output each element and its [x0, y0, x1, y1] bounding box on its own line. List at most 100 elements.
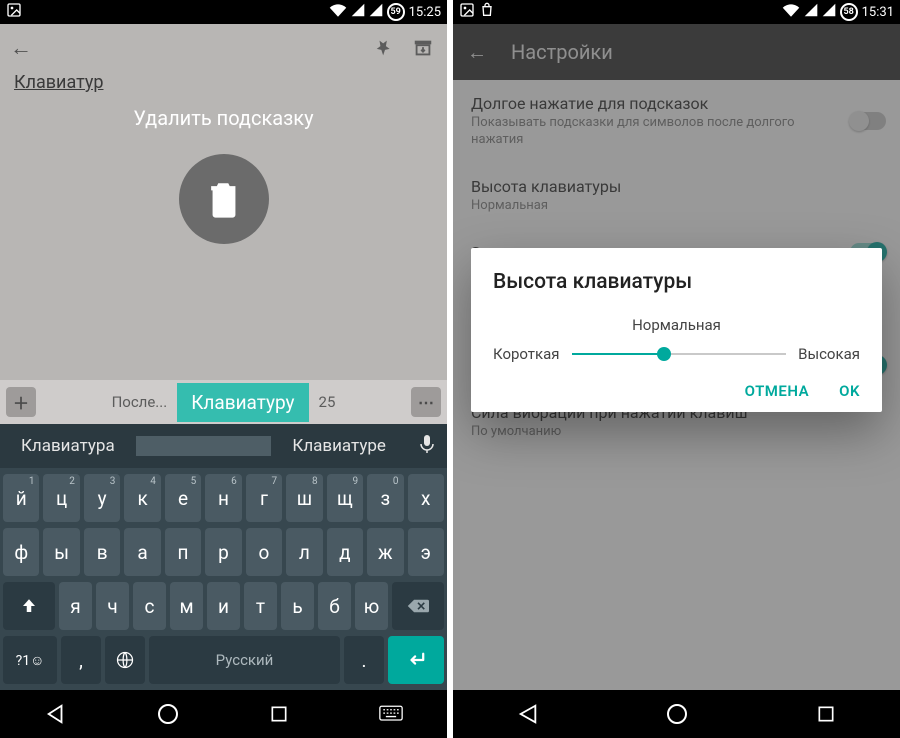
phone-left: 59 15:25 ← Клавиатур Удалить подсказку ＋…: [0, 0, 447, 738]
suggestion-2[interactable]: [136, 436, 272, 456]
comma-key[interactable]: ,: [61, 636, 101, 684]
key-с[interactable]: с: [133, 582, 166, 630]
trash-icon: [206, 179, 242, 219]
key-ц[interactable]: ц2: [43, 474, 79, 522]
note-text-area[interactable]: Клавиатур: [0, 72, 447, 93]
pin-icon[interactable]: [371, 34, 399, 62]
mic-icon[interactable]: [407, 434, 447, 459]
note-toolbar: ←: [0, 24, 447, 72]
status-bar: 58 15:31: [453, 0, 900, 24]
key-ш[interactable]: ш8: [286, 474, 322, 522]
key-г[interactable]: г7: [246, 474, 282, 522]
key-ж[interactable]: ж: [367, 528, 403, 576]
nav-back-icon[interactable]: [514, 700, 542, 728]
slider-thumb[interactable]: [657, 347, 671, 361]
key-и[interactable]: и: [207, 582, 240, 630]
key-т[interactable]: т: [244, 582, 277, 630]
key-ю[interactable]: ю: [355, 582, 388, 630]
height-slider[interactable]: [572, 344, 787, 364]
dialog-title: Высота клавиатуры: [493, 270, 860, 294]
key-х[interactable]: х: [408, 474, 444, 522]
ok-button[interactable]: OK: [839, 382, 860, 400]
key-в[interactable]: в: [84, 528, 120, 576]
phone-right: 58 15:31 ← Настройки Долгое нажатие для …: [453, 0, 900, 738]
status-bar: 59 15:25: [0, 0, 447, 24]
key-о[interactable]: о: [246, 528, 282, 576]
key-й[interactable]: й1: [3, 474, 39, 522]
wifi-icon: [782, 3, 800, 21]
key-л[interactable]: л: [286, 528, 322, 576]
gallery-icon: [459, 2, 475, 22]
key-б[interactable]: б: [318, 582, 351, 630]
nav-back-icon[interactable]: [42, 700, 70, 728]
key-е[interactable]: е5: [165, 474, 201, 522]
key-row-1: й1ц2у3к4е5н6г7ш8щ9з0х: [3, 474, 444, 522]
clipboard-strip: ＋ После... Клавиатуру 25 ⋯: [0, 380, 447, 424]
app-body: ← Клавиатур Удалить подсказку ＋ После...…: [0, 24, 447, 690]
battery-icon: 59: [387, 3, 405, 21]
suggestion-1[interactable]: Клавиатура: [0, 426, 136, 466]
key-row-4: ?1☺ , Русский .: [3, 636, 444, 684]
key-к[interactable]: к4: [124, 474, 160, 522]
cancel-button[interactable]: ОТМЕНА: [745, 382, 810, 400]
backspace-key[interactable]: [392, 582, 444, 630]
keyboard-suggestion-bar: Клавиатура Клавиатуре: [0, 424, 447, 468]
key-з[interactable]: з0: [367, 474, 403, 522]
signal-icon: [351, 3, 365, 21]
gallery-icon: [6, 2, 22, 22]
more-button[interactable]: ⋯: [411, 387, 441, 417]
signal-icon-2: [369, 3, 383, 21]
key-ы[interactable]: ы: [43, 528, 79, 576]
key-row-2: фывапролджэ: [3, 528, 444, 576]
space-key[interactable]: Русский: [149, 636, 340, 684]
key-я[interactable]: я: [59, 582, 92, 630]
nav-bar: [0, 690, 447, 738]
typed-word: Клавиатур: [14, 72, 103, 93]
key-щ[interactable]: щ9: [327, 474, 363, 522]
key-у[interactable]: у3: [84, 474, 120, 522]
slider-min-label: Короткая: [493, 345, 560, 363]
key-м[interactable]: м: [170, 582, 203, 630]
nav-keyboard-icon[interactable]: [377, 700, 405, 728]
key-н[interactable]: н6: [205, 474, 241, 522]
key-п[interactable]: п: [165, 528, 201, 576]
key-а[interactable]: а: [124, 528, 160, 576]
key-ь[interactable]: ь: [281, 582, 314, 630]
key-ч[interactable]: ч: [96, 582, 129, 630]
symbols-key[interactable]: ?1☺: [3, 636, 57, 684]
strip-after: 25: [319, 393, 336, 411]
archive-icon[interactable]: [409, 34, 437, 62]
wifi-icon: [329, 3, 347, 21]
key-row-3: ячсмитьбю: [3, 582, 444, 630]
clock: 15:31: [862, 5, 894, 20]
add-button[interactable]: ＋: [6, 387, 36, 417]
delete-suggestion-title: Удалить подсказку: [0, 106, 447, 130]
settings-body: ← Настройки Долгое нажатие для подсказок…: [453, 24, 900, 690]
battery-icon: 58: [840, 3, 858, 21]
key-д[interactable]: д: [327, 528, 363, 576]
key-ф[interactable]: ф: [3, 528, 39, 576]
clock: 15:25: [409, 5, 441, 20]
dialog-value-label: Нормальная: [493, 316, 860, 334]
enter-key[interactable]: [388, 636, 444, 684]
key-э[interactable]: э: [408, 528, 444, 576]
shift-key[interactable]: [3, 582, 55, 630]
back-icon[interactable]: ←: [10, 35, 32, 61]
dragged-suggestion-chip[interactable]: Клавиатуру: [177, 383, 308, 422]
nav-recent-icon[interactable]: [812, 700, 840, 728]
nav-bar: [453, 690, 900, 738]
nav-home-icon[interactable]: [154, 700, 182, 728]
signal-icon-2: [822, 3, 836, 21]
signal-icon: [804, 3, 818, 21]
keyboard-height-dialog: Высота клавиатуры Нормальная Короткая Вы…: [471, 248, 882, 412]
store-icon: [479, 2, 495, 22]
period-key[interactable]: .: [344, 636, 384, 684]
nav-recent-icon[interactable]: [265, 700, 293, 728]
trash-dropzone[interactable]: [179, 154, 269, 244]
nav-home-icon[interactable]: [663, 700, 691, 728]
globe-key[interactable]: [105, 636, 145, 684]
slider-max-label: Высокая: [798, 345, 860, 363]
strip-before: После...: [112, 393, 168, 411]
suggestion-3[interactable]: Клавиатуре: [271, 426, 407, 466]
key-р[interactable]: р: [205, 528, 241, 576]
